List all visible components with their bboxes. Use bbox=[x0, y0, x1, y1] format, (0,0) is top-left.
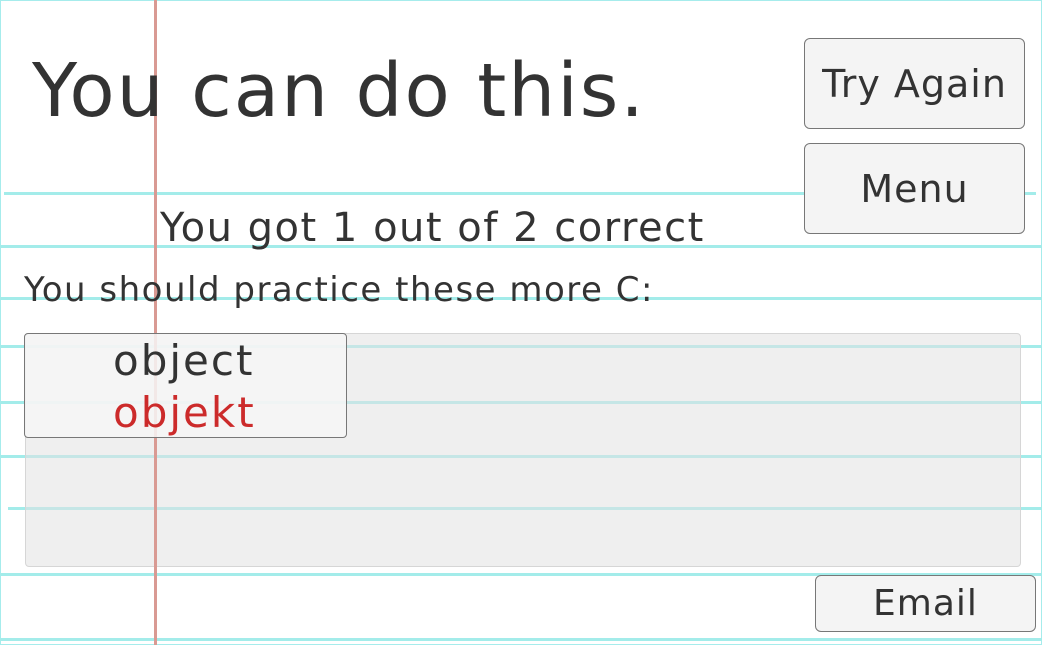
email-button[interactable]: Email bbox=[815, 575, 1036, 632]
menu-button[interactable]: Menu bbox=[804, 143, 1025, 234]
practice-label: You should practice these more C: bbox=[24, 270, 654, 310]
try-again-button[interactable]: Try Again bbox=[804, 38, 1025, 129]
wrong-answer-word: objekt bbox=[113, 388, 256, 437]
score-text: You got 1 out of 2 correct bbox=[160, 205, 705, 251]
practice-word-card[interactable]: object objekt bbox=[24, 333, 347, 438]
result-headline: You can do this. bbox=[32, 48, 646, 134]
correct-word: object bbox=[113, 336, 255, 385]
